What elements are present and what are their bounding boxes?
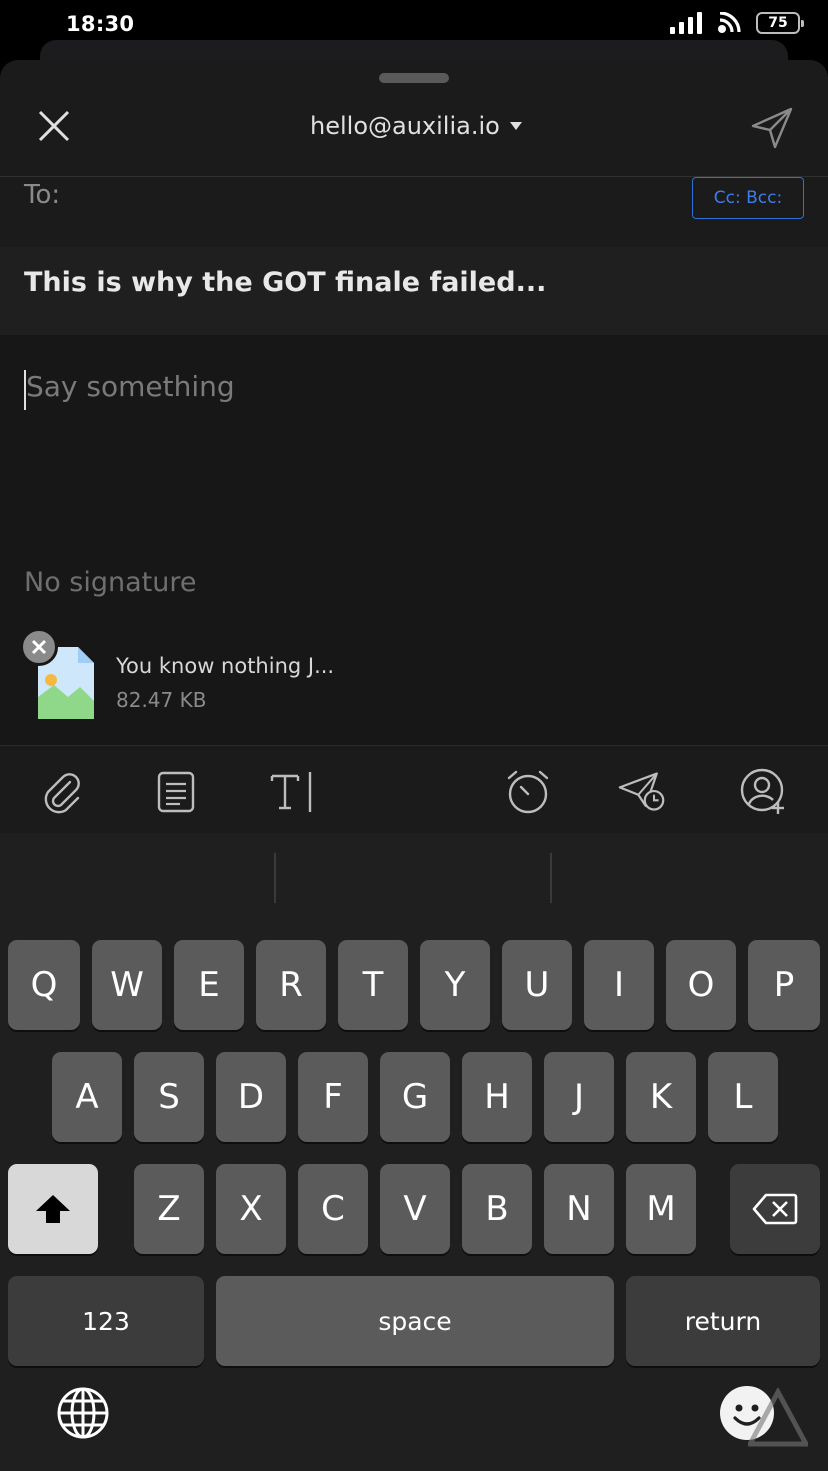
- key-a[interactable]: A: [52, 1052, 122, 1142]
- key-b[interactable]: B: [462, 1164, 532, 1254]
- globe-icon[interactable]: [56, 1386, 110, 1440]
- key-y[interactable]: Y: [420, 940, 490, 1030]
- key-s[interactable]: S: [134, 1052, 204, 1142]
- key-m[interactable]: M: [626, 1164, 696, 1254]
- to-label: To:: [24, 180, 61, 210]
- close-icon: [31, 639, 47, 655]
- key-q[interactable]: Q: [8, 940, 80, 1030]
- key-z[interactable]: Z: [134, 1164, 204, 1254]
- shift-key[interactable]: [8, 1164, 98, 1254]
- status-time: 18:30: [66, 12, 135, 36]
- status-icons: 75: [670, 11, 804, 35]
- text-format-button[interactable]: [268, 768, 316, 816]
- key-u[interactable]: U: [502, 940, 572, 1030]
- schedule-send-button[interactable]: [618, 768, 666, 816]
- close-icon: [38, 110, 70, 142]
- from-account-selector[interactable]: hello@auxilia.io: [310, 112, 522, 140]
- key-e[interactable]: E: [174, 940, 244, 1030]
- key-k[interactable]: K: [626, 1052, 696, 1142]
- compose-toolbar: [0, 745, 828, 833]
- battery-indicator: 75: [756, 12, 804, 34]
- space-key[interactable]: space: [216, 1276, 614, 1366]
- attachment-name: You know nothing J...: [116, 654, 335, 678]
- text-format-icon: [270, 772, 312, 812]
- signature-selector[interactable]: No signature: [24, 567, 196, 598]
- chevron-down-icon: [509, 122, 522, 130]
- return-key[interactable]: return: [626, 1276, 820, 1366]
- key-w[interactable]: W: [92, 940, 162, 1030]
- template-icon: [157, 771, 195, 813]
- snooze-button[interactable]: [504, 768, 552, 816]
- signal-icon: [670, 12, 702, 34]
- template-button[interactable]: [152, 768, 200, 816]
- suggestion-divider: [550, 853, 552, 903]
- from-account-label: hello@auxilia.io: [310, 112, 500, 140]
- key-g[interactable]: G: [380, 1052, 450, 1142]
- add-contact-button[interactable]: [740, 768, 788, 816]
- send-icon: [751, 107, 793, 149]
- delete-key[interactable]: [730, 1164, 820, 1254]
- key-v[interactable]: V: [380, 1164, 450, 1254]
- attach-button[interactable]: [38, 768, 86, 816]
- sheet-grabber[interactable]: [379, 73, 449, 83]
- battery-level: 75: [768, 15, 788, 31]
- attachment-item[interactable]: You know nothing J... 82.47 KB: [20, 628, 520, 723]
- schedule-send-icon: [618, 772, 665, 811]
- key-r[interactable]: R: [256, 940, 326, 1030]
- attachment-size: 82.47 KB: [116, 688, 207, 712]
- key-x[interactable]: X: [216, 1164, 286, 1254]
- backspace-icon: [752, 1193, 798, 1225]
- key-l[interactable]: L: [708, 1052, 778, 1142]
- subject-text: This is why the GOT finale failed...: [24, 267, 547, 298]
- wifi-icon: [718, 12, 741, 33]
- compose-sheet: hello@auxilia.io To: Cc: Bcc: This is wh…: [0, 60, 828, 833]
- close-button[interactable]: [34, 106, 74, 146]
- key-f[interactable]: F: [298, 1052, 368, 1142]
- key-i[interactable]: I: [584, 940, 654, 1030]
- cc-bcc-button[interactable]: Cc: Bcc:: [692, 177, 804, 219]
- remove-attachment-button[interactable]: [20, 628, 58, 666]
- shift-arrow-icon: [36, 1195, 70, 1223]
- key-n[interactable]: N: [544, 1164, 614, 1254]
- key-h[interactable]: H: [462, 1052, 532, 1142]
- to-field-row[interactable]: To: Cc: Bcc:: [0, 177, 828, 247]
- key-c[interactable]: C: [298, 1164, 368, 1254]
- send-button[interactable]: [750, 106, 794, 150]
- key-t[interactable]: T: [338, 940, 408, 1030]
- body-placeholder: Say something: [26, 370, 235, 403]
- paperclip-icon: [44, 773, 80, 814]
- subject-field[interactable]: This is why the GOT finale failed...: [0, 247, 828, 335]
- watermark-logo-icon: [748, 1388, 808, 1447]
- keyboard: Q W E R T Y U I O P A S D F G H J K L Z …: [0, 833, 828, 1471]
- key-d[interactable]: D: [216, 1052, 286, 1142]
- key-o[interactable]: O: [666, 940, 736, 1030]
- numbers-key[interactable]: 123: [8, 1276, 204, 1366]
- suggestion-divider: [274, 853, 276, 903]
- alarm-icon: [507, 770, 549, 814]
- add-contact-icon: [740, 768, 784, 814]
- key-p[interactable]: P: [748, 940, 820, 1030]
- key-j[interactable]: J: [544, 1052, 614, 1142]
- body-input[interactable]: Say something: [24, 370, 804, 410]
